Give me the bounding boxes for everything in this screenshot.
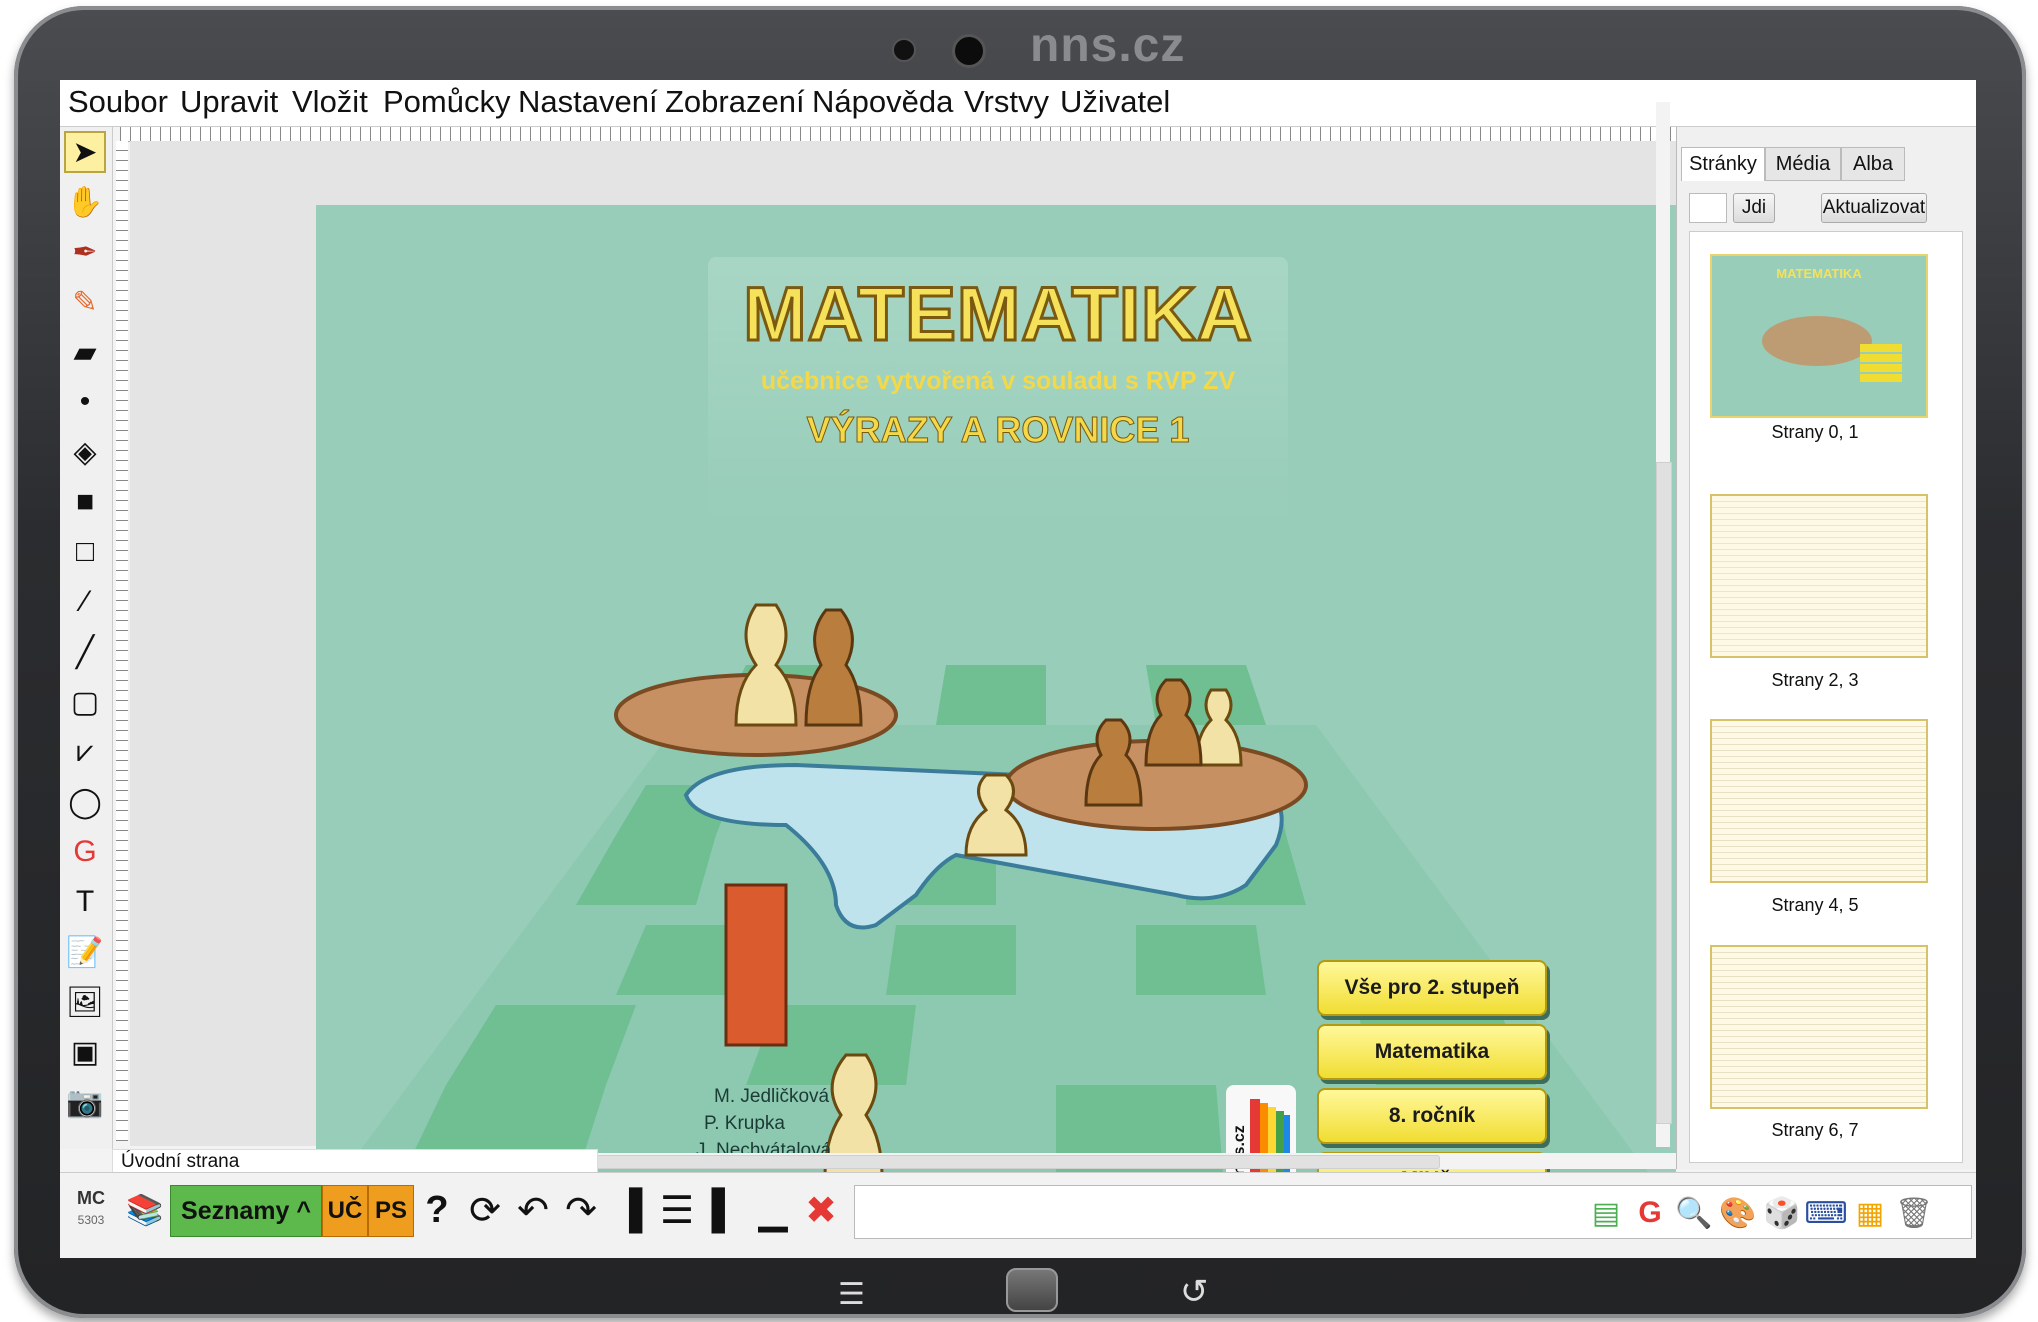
close-icon[interactable]: ✖ [800,1185,842,1235]
page-number-input[interactable] [1689,193,1727,223]
books-icon[interactable]: 📚 [124,1185,166,1235]
geogebra-icon[interactable]: G [64,831,106,873]
palette-icon[interactable]: 🎨 [1719,1195,1756,1231]
refresh-icon[interactable]: ⟳ [464,1185,506,1235]
all-grade2-button[interactable]: Vše pro 2. stupeň [1317,960,1547,1016]
lists-button[interactable]: Seznamy ^ [170,1185,322,1237]
device-brand: nns.cz [1030,19,1186,72]
thumbnail-1[interactable] [1710,494,1928,658]
grade8-button[interactable]: 8. ročník [1317,1088,1547,1144]
front-camera-icon [952,34,986,68]
ellipse-icon[interactable]: ◯ [64,781,106,823]
eyedropper-icon[interactable]: ⁄ [64,581,106,623]
grid-table-icon[interactable]: ▦ [1852,1195,1888,1231]
book-subtitle: učebnice vytvořená v souladu s RVP ZV [760,367,1236,395]
pen-icon[interactable]: ✒ [64,231,106,273]
insert-media-icon[interactable]: ▣ [64,1031,106,1073]
refresh-button[interactable]: Aktualizovat [1821,193,1927,223]
tab-media[interactable]: Média [1765,147,1841,181]
author-2: P. Krupka [704,1113,785,1134]
thumbnail-0-title: MATEMATIKA [1776,266,1862,281]
page-thumbnail-list: MATEMATIKA Strany 0, 1 Strany 2, 3 Stran… [1689,231,1963,1163]
redo-icon[interactable]: ↷ [560,1185,602,1235]
hardware-menu-icon[interactable]: ☰ [838,1277,865,1312]
tab-albums[interactable]: Alba [1841,147,1905,181]
workbook-button[interactable]: PS [368,1185,414,1237]
hand-icon[interactable]: ✋ [64,181,106,223]
line-color-icon[interactable]: □ [64,531,106,573]
thumbnail-3-label: Strany 6, 7 [1771,1120,1859,1140]
line-icon[interactable]: ╱ [64,631,106,673]
insert-image-icon[interactable]: 🖼 [64,981,106,1023]
fill-color-icon[interactable]: ■ [64,481,106,523]
menu-help[interactable]: Nápověda [812,84,953,120]
text-icon[interactable]: T [64,881,106,923]
menu-settings[interactable]: Nastavení [518,84,658,120]
mc-number: 5303 [77,1213,105,1227]
fill-bucket-icon[interactable]: ◈ [64,431,106,473]
highlighter-icon[interactable]: ✎ [64,281,106,323]
horizontal-scrollbar-thumb[interactable] [538,1155,1440,1169]
mc-label: MC [77,1188,105,1208]
minimize-icon[interactable]: ▁ [752,1185,794,1235]
horizontal-ruler [120,127,1718,142]
tab-pages[interactable]: Stránky [1681,147,1765,181]
canvas-area: MATEMATIKA učebnice vytvořená v souladu … [130,141,1716,1210]
vertical-scrollbar-thumb[interactable] [1656,462,1672,1124]
teacher-book-button[interactable]: UČ [322,1185,368,1237]
geogebra-icon[interactable]: G [1632,1195,1668,1231]
menu-view[interactable]: Zobrazení [665,84,805,120]
go-button[interactable]: Jdi [1733,193,1775,223]
calculator-icon[interactable]: ▤ [1588,1195,1624,1231]
eraser-icon[interactable]: ▰ [64,331,106,373]
authors: M. Jedličková P. Krupka J. Nechvátalová [696,1083,831,1164]
page-label: Úvodní strana [112,1149,598,1173]
menu-file[interactable]: Soubor [68,84,168,120]
stairs [724,883,788,1047]
new-note-icon[interactable]: 📝 [64,931,106,973]
thumbnail-2-label: Strany 4, 5 [1771,895,1859,915]
book-topic: VÝRAZY A ROVNICE 1 [806,409,1190,451]
menu-insert[interactable]: Vložit [292,84,368,120]
nns-logo: nns.cz [1226,1085,1296,1185]
mathematics-button[interactable]: Matematika [1317,1024,1547,1080]
thumbnail-0[interactable]: MATEMATIKA [1710,254,1928,418]
hardware-back-icon[interactable]: ↺ [1180,1272,1209,1312]
thumbnail-0-label: Strany 0, 1 [1771,422,1859,442]
right-panel: Stránky Média Alba Jdi Aktualizovat MATE… [1676,127,1976,1169]
undo-icon[interactable]: ↶ [512,1185,554,1235]
dice-icon[interactable]: 🎲 [1763,1195,1800,1231]
select-arrow-icon[interactable]: ➤ [64,131,106,173]
menu-layers[interactable]: Vrstvy [964,84,1049,120]
right-panel-icon[interactable]: ▌ [704,1185,746,1235]
polygon-icon[interactable]: ⩗ [64,731,106,773]
menu-edit[interactable]: Upravit [180,84,278,120]
thumbnail-1-label: Strany 2, 3 [1771,670,1859,690]
title-panel: MATEMATIKA učebnice vytvořená v souladu … [708,257,1288,527]
menu-user[interactable]: Uživatel [1060,84,1170,120]
rectangle-icon[interactable]: ▢ [64,681,106,723]
toolbox: ➤ ✋ ✒ ✎ ▰ • ◈ ■ □ ⁄ ╱ ▢ ⩗ ◯ G T 📝 🖼 ▣ 📷 [60,127,113,1149]
sensor-icon [892,38,916,62]
menu-toggle-icon[interactable]: ☰ [656,1185,698,1235]
hardware-home-button[interactable] [1006,1268,1058,1312]
app-screen: Soubor Upravit Vložit Pomůcky Nastavení … [60,80,1976,1258]
trash-icon[interactable]: 🗑 [1895,1195,1933,1231]
book-title: MATEMATIKA [742,271,1254,359]
thumbnail-2[interactable] [1710,719,1928,883]
bottom-toolbar: MC 5303 📚 Seznamy ^ UČ PS ? ⟳ ↶ ↷ ▐ ☰ ▌ … [60,1172,1976,1258]
thumbnail-3[interactable] [1710,945,1928,1109]
menu-bar: Soubor Upravit Vložit Pomůcky Nastavení … [60,80,1976,127]
magnifier-icon[interactable]: 🔍 [1675,1195,1712,1231]
menu-tools[interactable]: Pomůcky [383,84,510,120]
help-icon[interactable]: ? [416,1185,458,1235]
book-cover-page[interactable]: MATEMATIKA učebnice vytvořená v souladu … [316,205,1676,1210]
left-panel-icon[interactable]: ▐ [608,1185,650,1235]
vertical-ruler [116,141,128,1141]
camera-icon[interactable]: 📷 [64,1081,106,1123]
dot-icon[interactable]: • [64,381,106,423]
author-1: M. Jedličková [714,1086,830,1107]
mc-logo[interactable]: MC 5303 [70,1187,112,1239]
keyboard-icon[interactable]: ⌨ [1804,1195,1847,1231]
